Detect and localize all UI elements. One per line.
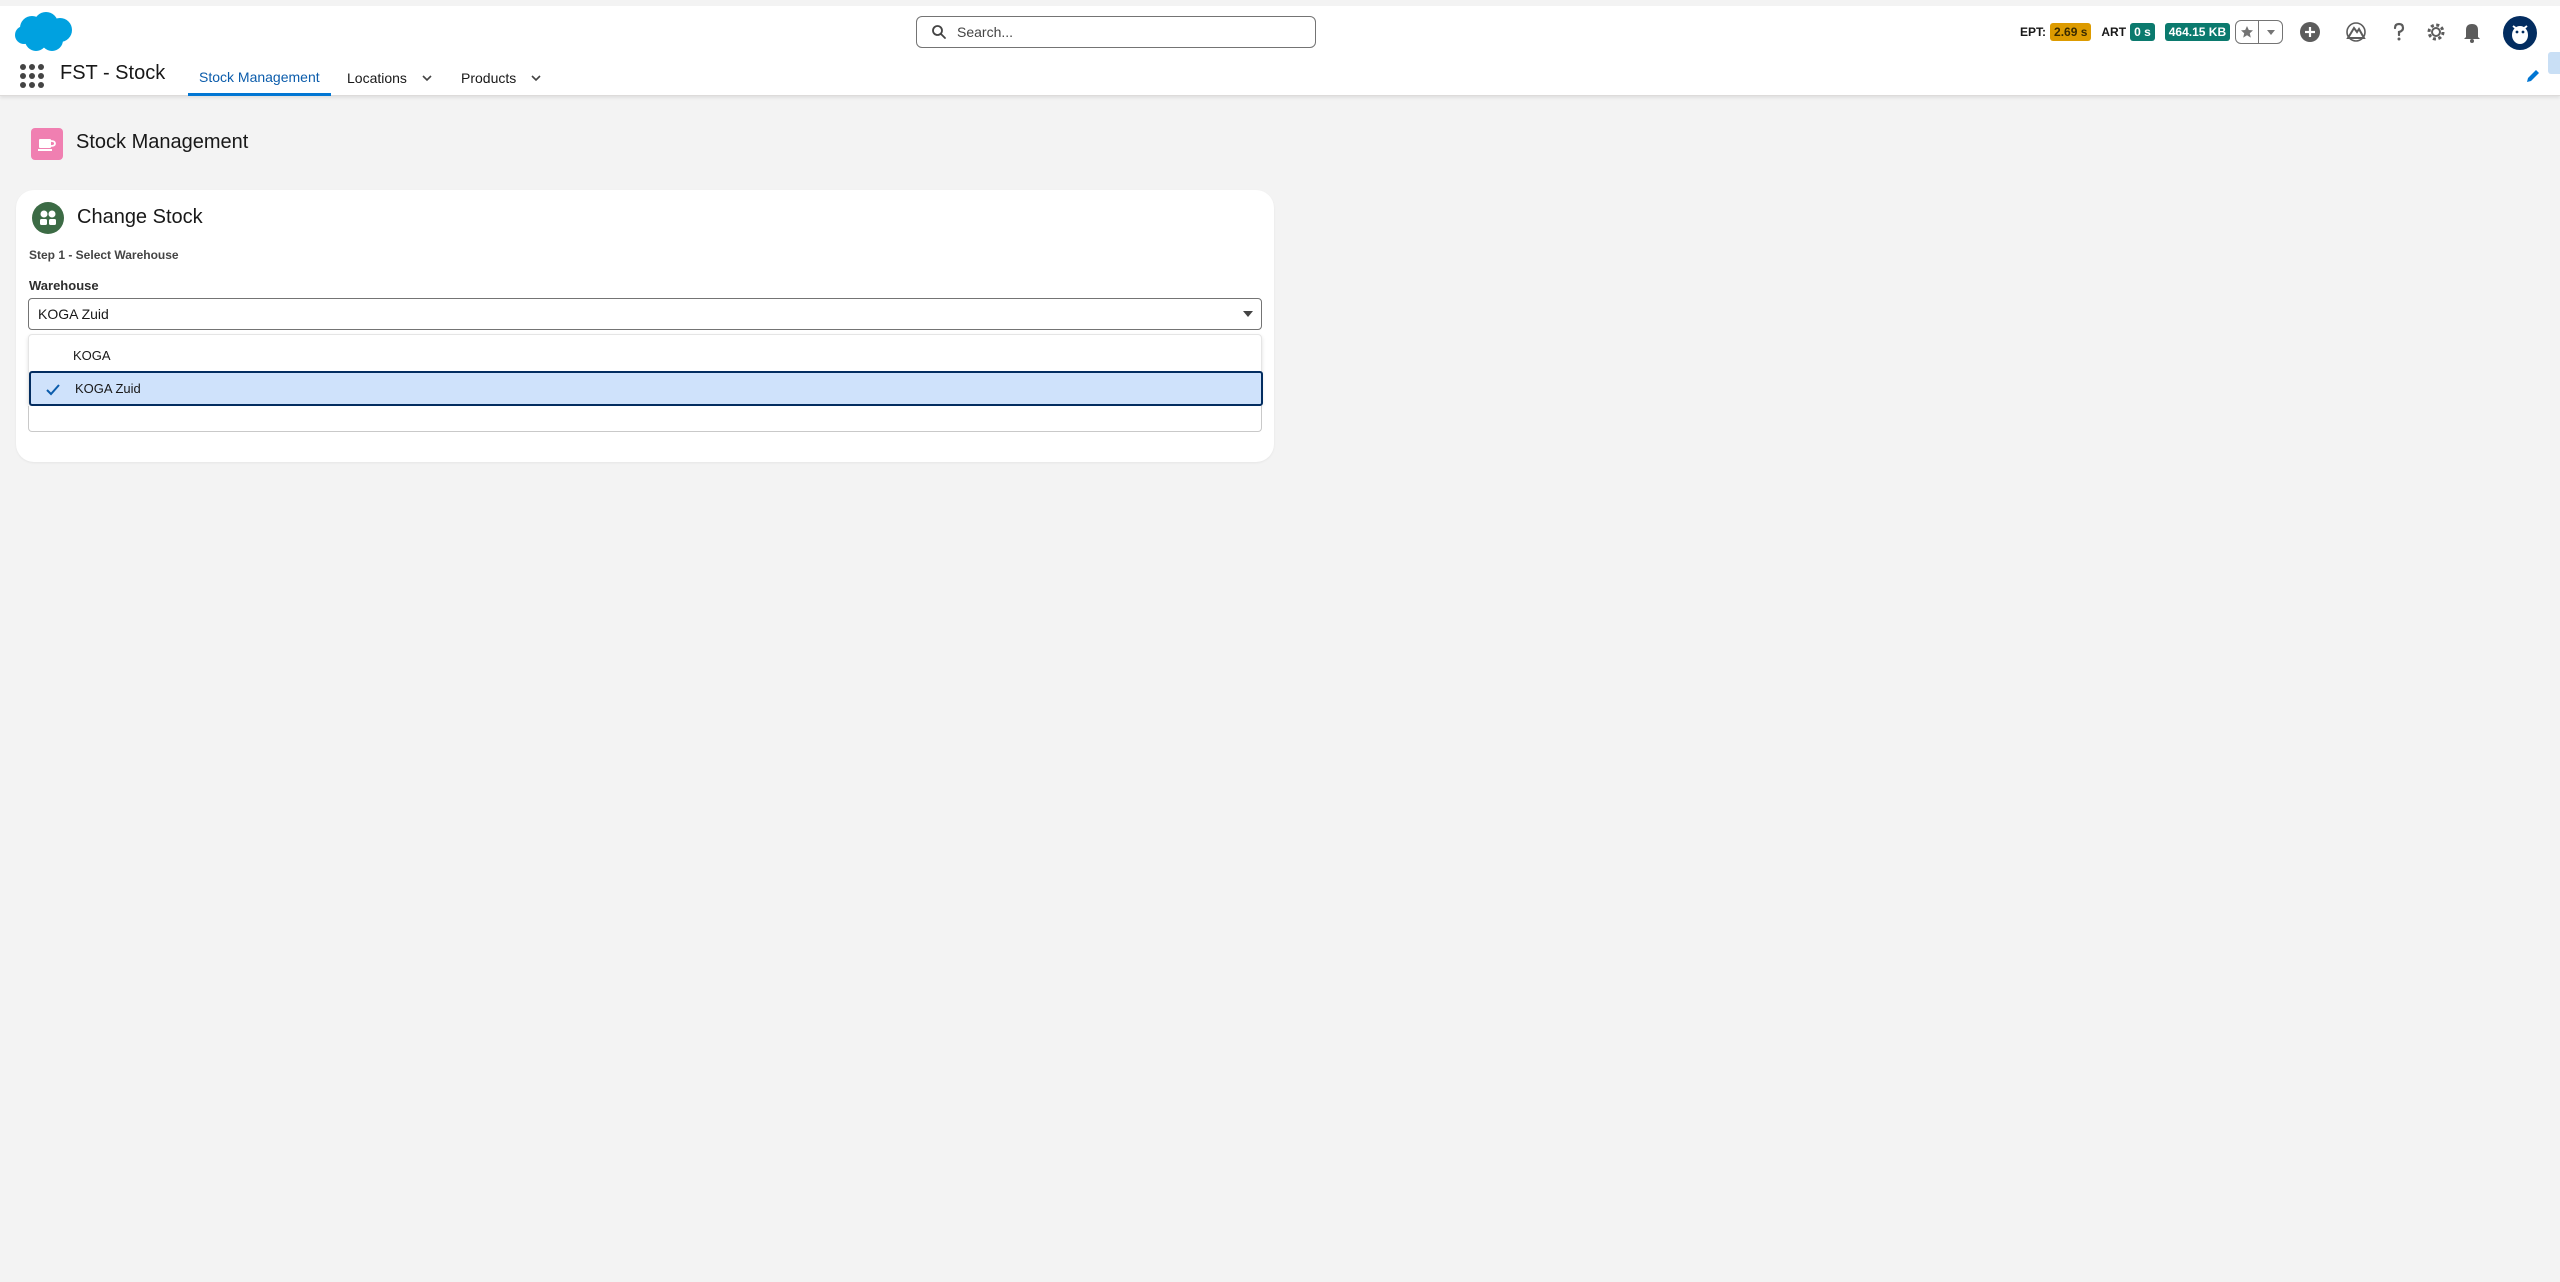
chevron-down-icon bbox=[2266, 30, 2275, 35]
ept-badge: 2.69 s bbox=[2050, 23, 2092, 41]
cup-icon bbox=[38, 139, 56, 151]
notifications-button[interactable] bbox=[2458, 18, 2486, 46]
warehouse-label: Warehouse bbox=[29, 278, 99, 293]
option-koga[interactable]: KOGA bbox=[29, 338, 1263, 372]
page-header-icon bbox=[31, 128, 63, 160]
edit-nav-pencil-icon[interactable] bbox=[2525, 68, 2541, 84]
help-icon bbox=[2393, 22, 2405, 41]
notification-bell-icon bbox=[2464, 24, 2480, 43]
star-icon bbox=[2241, 26, 2253, 38]
art-badge: 0 s bbox=[2130, 23, 2155, 41]
avatar-icon bbox=[2512, 25, 2528, 44]
favorite-star-button[interactable] bbox=[2236, 21, 2260, 43]
tab-label: Locations bbox=[347, 70, 407, 86]
caret-down-icon[interactable] bbox=[1243, 311, 1253, 317]
user-avatar[interactable] bbox=[2503, 16, 2537, 50]
card-header-icon bbox=[32, 202, 64, 234]
tab-label: Stock Management bbox=[199, 68, 320, 85]
option-label: KOGA Zuid bbox=[75, 381, 141, 396]
app-name: FST - Stock bbox=[60, 62, 166, 84]
card-title: Change Stock bbox=[77, 206, 203, 228]
tab-label: Products bbox=[461, 70, 517, 86]
tab-stock-management[interactable]: Stock Management bbox=[188, 60, 331, 96]
header-top-strip bbox=[0, 0, 2560, 6]
setup-gear-icon bbox=[2427, 23, 2445, 41]
checkmark-icon bbox=[46, 384, 60, 396]
favorites-group bbox=[2235, 20, 2283, 44]
warehouse-dropdown-list: KOGA KOGA Zuid bbox=[28, 334, 1263, 406]
chevron-down-icon[interactable] bbox=[530, 72, 542, 84]
page-size-badge: 464.15 KB bbox=[2164, 23, 2231, 41]
performance-metrics: EPT: 2.69 s ART 0 s 464.15 KB bbox=[2020, 22, 2238, 42]
option-label: KOGA bbox=[73, 347, 111, 363]
art-label: ART bbox=[2101, 25, 2127, 39]
trailhead-button[interactable] bbox=[2342, 18, 2370, 46]
favorites-menu-button[interactable] bbox=[2259, 21, 2282, 43]
app-launcher-button[interactable] bbox=[20, 64, 44, 88]
add-icon bbox=[2300, 22, 2320, 42]
step-heading: Step 1 - Select Warehouse bbox=[29, 248, 179, 262]
utility-side-tab[interactable] bbox=[2548, 52, 2560, 74]
salesforce-logo[interactable] bbox=[14, 10, 74, 54]
chevron-down-icon[interactable] bbox=[421, 72, 433, 84]
tab-locations[interactable]: Locations bbox=[347, 60, 433, 96]
trailhead-icon bbox=[2346, 22, 2366, 42]
ept-label: EPT: bbox=[2020, 25, 2047, 39]
combobox-value: KOGA Zuid bbox=[38, 306, 109, 322]
global-actions-button[interactable] bbox=[2296, 18, 2324, 46]
obscured-next-field[interactable] bbox=[28, 406, 1262, 432]
tab-products[interactable]: Products bbox=[461, 60, 542, 96]
warehouse-combobox[interactable]: KOGA Zuid bbox=[28, 298, 1262, 330]
option-koga-zuid[interactable]: KOGA Zuid bbox=[29, 371, 1263, 406]
help-button[interactable] bbox=[2385, 18, 2413, 46]
setup-button[interactable] bbox=[2422, 18, 2450, 46]
search-input[interactable] bbox=[957, 24, 1297, 40]
global-header: EPT: 2.69 s ART 0 s 464.15 KB FST - Stoc… bbox=[0, 0, 2560, 96]
page-title: Stock Management bbox=[76, 131, 249, 153]
search-icon bbox=[932, 25, 946, 39]
stock-icon bbox=[40, 210, 56, 225]
global-search[interactable] bbox=[916, 16, 1316, 48]
